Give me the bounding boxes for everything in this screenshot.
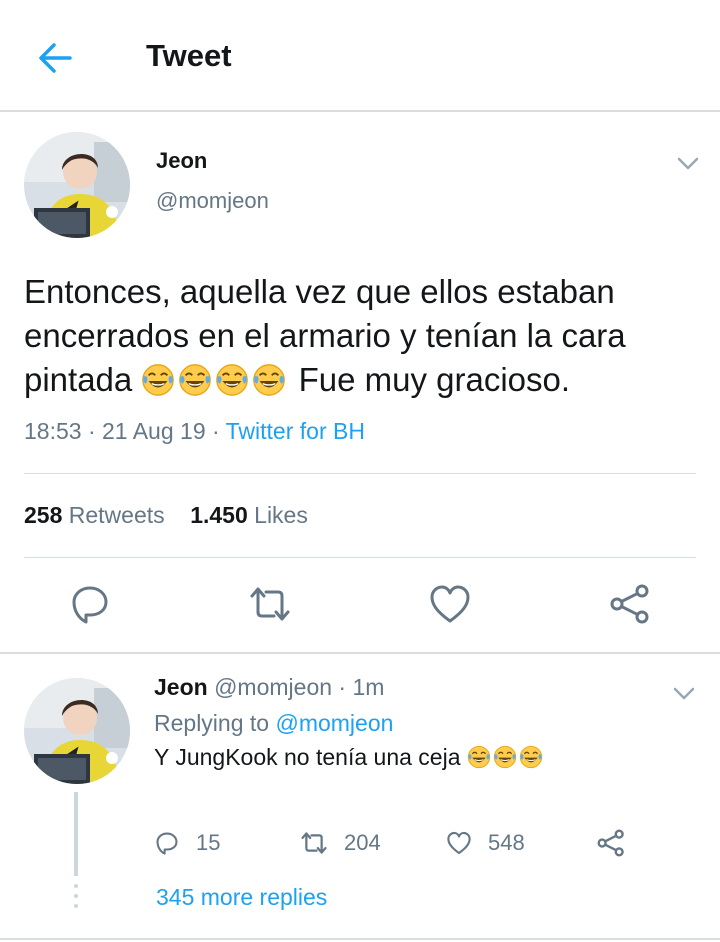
thread-dot — [74, 894, 78, 898]
face-with-tears-of-joy-icon — [467, 745, 491, 769]
tweet-emojis — [141, 363, 289, 408]
arrow-left-icon — [39, 43, 72, 73]
like-icon — [430, 585, 470, 623]
tweet-source-link[interactable]: Twitter for BH — [226, 418, 365, 444]
reply-retweet-button[interactable]: 204 — [300, 826, 381, 860]
more-replies-link[interactable]: 345 more replies — [156, 884, 327, 911]
face-with-tears-of-joy-icon — [179, 364, 212, 396]
tweet-stats: 258 Retweets 1.450 Likes — [24, 502, 308, 529]
bottom-divider — [0, 938, 720, 940]
reply-like-count: 548 — [488, 830, 525, 855]
retweets-label: Retweets — [68, 502, 165, 528]
reply-icon — [72, 586, 108, 624]
face-with-tears-of-joy-icon — [216, 364, 249, 396]
thread-line — [74, 792, 78, 876]
reply-avatar[interactable] — [24, 678, 130, 784]
reply-reply-button[interactable]: 15 — [154, 826, 220, 860]
reply-retweet-count: 204 — [344, 830, 381, 855]
tweet-meta: 18:53 · 21 Aug 19 · Twitter for BH — [24, 418, 365, 444]
reply-time: 1m — [352, 674, 385, 700]
retweets-count: 258 — [24, 502, 63, 528]
author-name[interactable]: Jeon — [156, 148, 207, 174]
reply-button[interactable] — [68, 582, 112, 626]
reply-icon — [156, 832, 178, 855]
face-with-tears-of-joy-icon — [142, 364, 175, 396]
face-with-tears-of-joy-icon — [253, 364, 286, 396]
divider — [24, 473, 696, 474]
tweet-time: 18:53 — [24, 418, 82, 444]
tweet-text-tail: Fue muy gracioso. — [298, 361, 571, 398]
thread-dot — [74, 904, 78, 908]
likes-label: Likes — [254, 502, 308, 528]
author-handle[interactable]: @momjeon — [156, 188, 269, 214]
tweet-text: Entonces, aquella vez que ellos estaban … — [24, 270, 704, 408]
face-with-tears-of-joy-icon — [493, 745, 517, 769]
chevron-down-icon[interactable] — [672, 686, 696, 702]
avatar[interactable] — [24, 132, 130, 238]
reply-share-button[interactable] — [596, 826, 642, 860]
likes-stat[interactable]: 1.450 Likes — [190, 502, 308, 528]
reply-text-main: Y JungKook no tenía una ceja — [154, 744, 461, 770]
thread-dot — [74, 884, 78, 888]
replying-to-label: Replying to — [154, 710, 270, 736]
top-bar: Tweet — [0, 0, 720, 112]
retweets-stat[interactable]: 258 Retweets — [24, 502, 165, 528]
chevron-down-icon[interactable] — [676, 156, 700, 172]
replying-to-handle[interactable]: @momjeon — [275, 710, 393, 736]
tweet-date: 21 Aug 19 — [102, 418, 206, 444]
reply-like-button[interactable]: 548 — [446, 826, 525, 860]
reply-author-name[interactable]: Jeon — [154, 674, 208, 700]
retweet-icon — [301, 832, 327, 854]
share-icon — [597, 829, 624, 857]
share-button[interactable] — [608, 582, 652, 626]
reply-handle[interactable]: @momjeon — [214, 674, 332, 700]
retweet-icon — [250, 587, 290, 621]
face-with-tears-of-joy-icon — [519, 745, 543, 769]
share-icon — [610, 584, 649, 624]
reply-reply-count: 15 — [196, 830, 221, 855]
like-button[interactable] — [428, 582, 472, 626]
like-icon — [447, 831, 471, 855]
reply-text: Y JungKook no tenía una ceja — [154, 744, 545, 771]
likes-count: 1.450 — [190, 502, 248, 528]
replying-to: Replying to @momjeon — [154, 710, 393, 737]
page-title: Tweet — [146, 38, 232, 73]
divider — [24, 557, 696, 558]
reply-header: Jeon @momjeon · 1m — [154, 674, 385, 700]
back-button[interactable] — [36, 38, 76, 78]
retweet-button[interactable] — [248, 582, 292, 626]
section-divider — [0, 652, 720, 654]
